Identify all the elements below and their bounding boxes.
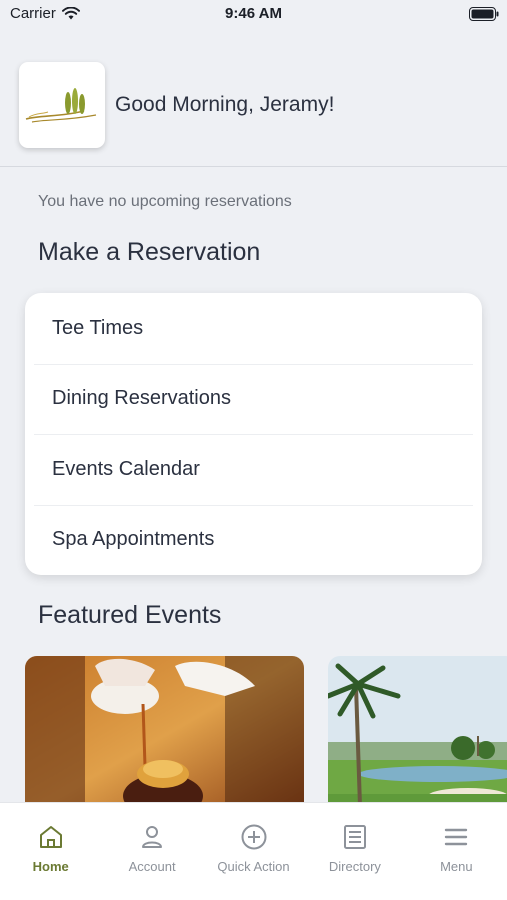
events-calendar-option[interactable]: Events Calendar <box>25 434 482 505</box>
featured-events-title: Featured Events <box>38 601 222 629</box>
tab-label: Directory <box>328 859 381 874</box>
tab-directory[interactable]: Directory <box>304 803 405 900</box>
header: Good Morning, Jeramy! <box>19 62 334 148</box>
tab-home[interactable]: Home <box>0 803 101 900</box>
no-reservations-message: You have no upcoming reservations <box>38 193 292 210</box>
header-divider <box>0 166 507 167</box>
reservation-options-card: Tee Times Dining Reservations Events Cal… <box>25 293 482 575</box>
directory-icon <box>343 825 366 849</box>
tab-bar: Home Account Quick Action Directory Menu <box>0 802 507 900</box>
golf-course-image <box>328 656 507 816</box>
status-bar: Carrier 9:46 AM <box>0 0 507 28</box>
dining-reservations-option[interactable]: Dining Reservations <box>25 363 482 435</box>
club-logo[interactable] <box>19 62 105 148</box>
option-label: Tee Times <box>52 316 144 339</box>
featured-event-card[interactable] <box>25 656 304 816</box>
spa-appointments-option[interactable]: Spa Appointments <box>25 504 482 576</box>
club-logo-icon <box>25 88 97 123</box>
tab-menu[interactable]: Menu <box>406 803 507 900</box>
option-label: Dining Reservations <box>52 387 231 410</box>
plus-circle-icon <box>241 824 267 850</box>
featured-event-card[interactable] <box>328 656 507 816</box>
tab-label: Quick Action <box>217 859 290 874</box>
battery-icon <box>469 7 499 21</box>
tab-label: Account <box>128 859 176 874</box>
home-icon <box>39 826 62 848</box>
option-label: Events Calendar <box>52 457 200 480</box>
clock: 9:46 AM <box>225 5 282 22</box>
account-icon <box>142 826 163 848</box>
tab-label: Menu <box>440 859 473 874</box>
hamburger-menu-icon <box>445 828 468 846</box>
option-label: Spa Appointments <box>52 528 215 551</box>
tab-account[interactable]: Account <box>101 803 202 900</box>
tab-quick-action[interactable]: Quick Action <box>203 803 304 900</box>
tab-label: Home <box>32 859 69 874</box>
tee-times-option[interactable]: Tee Times <box>25 293 482 364</box>
greeting-text: Good Morning, Jeramy! <box>115 93 335 116</box>
make-reservation-title: Make a Reservation <box>38 238 261 266</box>
dining-dish-image <box>25 656 304 816</box>
